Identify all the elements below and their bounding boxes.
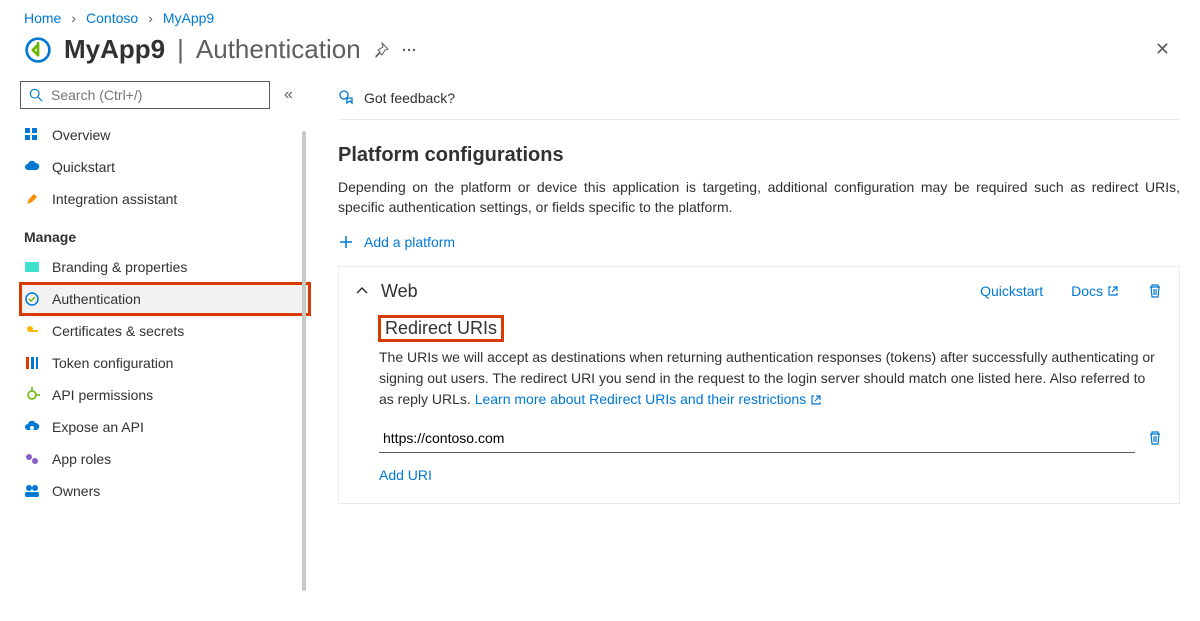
delete-uri-button[interactable] xyxy=(1147,430,1163,446)
close-icon[interactable]: ✕ xyxy=(1155,39,1176,60)
redirect-uris-desc: The URIs we will accept as destinations … xyxy=(379,347,1163,410)
pin-icon[interactable] xyxy=(373,42,389,58)
more-icon[interactable] xyxy=(401,42,417,58)
add-uri-button[interactable]: Add URI xyxy=(379,467,432,483)
feedback-label: Got feedback? xyxy=(364,90,455,106)
expose-api-icon xyxy=(24,419,40,435)
sidebar-item-branding[interactable]: Branding & properties xyxy=(20,251,310,283)
platform-config-desc: Depending on the platform or device this… xyxy=(338,177,1180,218)
platform-card-web: Web Quickstart Docs Redirect URIs The UR… xyxy=(338,266,1180,504)
owners-icon xyxy=(24,483,40,499)
grid-icon xyxy=(24,127,40,143)
platform-web-title: Web xyxy=(381,281,952,302)
feedback-button[interactable]: Got feedback? xyxy=(338,81,1180,120)
cloud-icon xyxy=(24,159,40,175)
sidebar-item-label: App roles xyxy=(52,451,111,467)
external-link-icon xyxy=(810,394,822,406)
sidebar-item-authentication[interactable]: Authentication xyxy=(20,283,310,315)
redirect-uri-row xyxy=(379,424,1163,453)
chevron-up-icon[interactable] xyxy=(355,284,369,298)
learn-more-link[interactable]: Learn more about Redirect URIs and their… xyxy=(475,391,822,407)
app-name: MyApp9 xyxy=(64,34,165,65)
sidebar-item-api-permissions[interactable]: API permissions xyxy=(20,379,310,411)
sidebar-section-manage: Manage xyxy=(20,215,310,251)
sidebar-item-token[interactable]: Token configuration xyxy=(20,347,310,379)
rocket-icon xyxy=(24,191,40,207)
sidebar-item-integration[interactable]: Integration assistant xyxy=(20,183,310,215)
quickstart-link[interactable]: Quickstart xyxy=(980,283,1043,299)
token-icon xyxy=(24,355,40,371)
breadcrumb: Home › Contoso › MyApp9 xyxy=(0,0,1200,30)
trash-icon xyxy=(1147,283,1163,299)
sidebar: « Overview Quickstart Integration assist… xyxy=(0,81,310,524)
sidebar-item-owners[interactable]: Owners xyxy=(20,475,310,507)
add-platform-label: Add a platform xyxy=(364,234,455,250)
external-link-icon xyxy=(1107,285,1119,297)
docs-link[interactable]: Docs xyxy=(1071,283,1119,299)
sidebar-item-label: Token configuration xyxy=(52,355,173,371)
page-title-bar: MyApp9 | Authentication ✕ xyxy=(0,30,1200,81)
page-title: Authentication xyxy=(196,34,361,65)
breadcrumb-app[interactable]: MyApp9 xyxy=(163,10,214,26)
sidebar-item-label: Authentication xyxy=(52,291,141,307)
key-icon xyxy=(24,323,40,339)
sidebar-item-label: Expose an API xyxy=(52,419,144,435)
chevron-right-icon: › xyxy=(148,10,153,26)
main-content: Got feedback? Platform configurations De… xyxy=(310,81,1200,524)
sidebar-item-label: Branding & properties xyxy=(52,259,187,275)
sidebar-item-label: API permissions xyxy=(52,387,153,403)
scrollbar[interactable] xyxy=(302,131,306,591)
search-icon xyxy=(29,88,43,102)
feedback-icon xyxy=(338,89,356,107)
sidebar-item-overview[interactable]: Overview xyxy=(20,119,310,151)
sidebar-item-label: Owners xyxy=(52,483,100,499)
trash-icon xyxy=(1147,430,1163,446)
add-platform-button[interactable]: Add a platform xyxy=(338,234,1180,250)
sidebar-item-app-roles[interactable]: App roles xyxy=(20,443,310,475)
plus-icon xyxy=(338,234,354,250)
sidebar-item-certificates[interactable]: Certificates & secrets xyxy=(20,315,310,347)
api-permissions-icon xyxy=(24,387,40,403)
sidebar-item-label: Integration assistant xyxy=(52,191,177,207)
redirect-uri-input[interactable] xyxy=(379,424,1135,453)
search-field[interactable] xyxy=(49,86,261,104)
sidebar-item-expose-api[interactable]: Expose an API xyxy=(20,411,310,443)
sidebar-item-label: Quickstart xyxy=(52,159,115,175)
collapse-icon[interactable]: « xyxy=(284,86,293,104)
platform-config-title: Platform configurations xyxy=(338,144,1180,167)
breadcrumb-tenant[interactable]: Contoso xyxy=(86,10,138,26)
sidebar-item-label: Overview xyxy=(52,127,110,143)
auth-icon xyxy=(24,291,40,307)
branding-icon xyxy=(24,259,40,275)
redirect-uris-heading: Redirect URIs xyxy=(379,316,503,341)
app-roles-icon xyxy=(24,451,40,467)
delete-platform-button[interactable] xyxy=(1147,283,1163,299)
sidebar-item-label: Certificates & secrets xyxy=(52,323,184,339)
app-registration-icon xyxy=(24,36,52,64)
breadcrumb-home[interactable]: Home xyxy=(24,10,61,26)
search-input[interactable] xyxy=(20,81,270,109)
sidebar-item-quickstart[interactable]: Quickstart xyxy=(20,151,310,183)
chevron-right-icon: › xyxy=(71,10,76,26)
